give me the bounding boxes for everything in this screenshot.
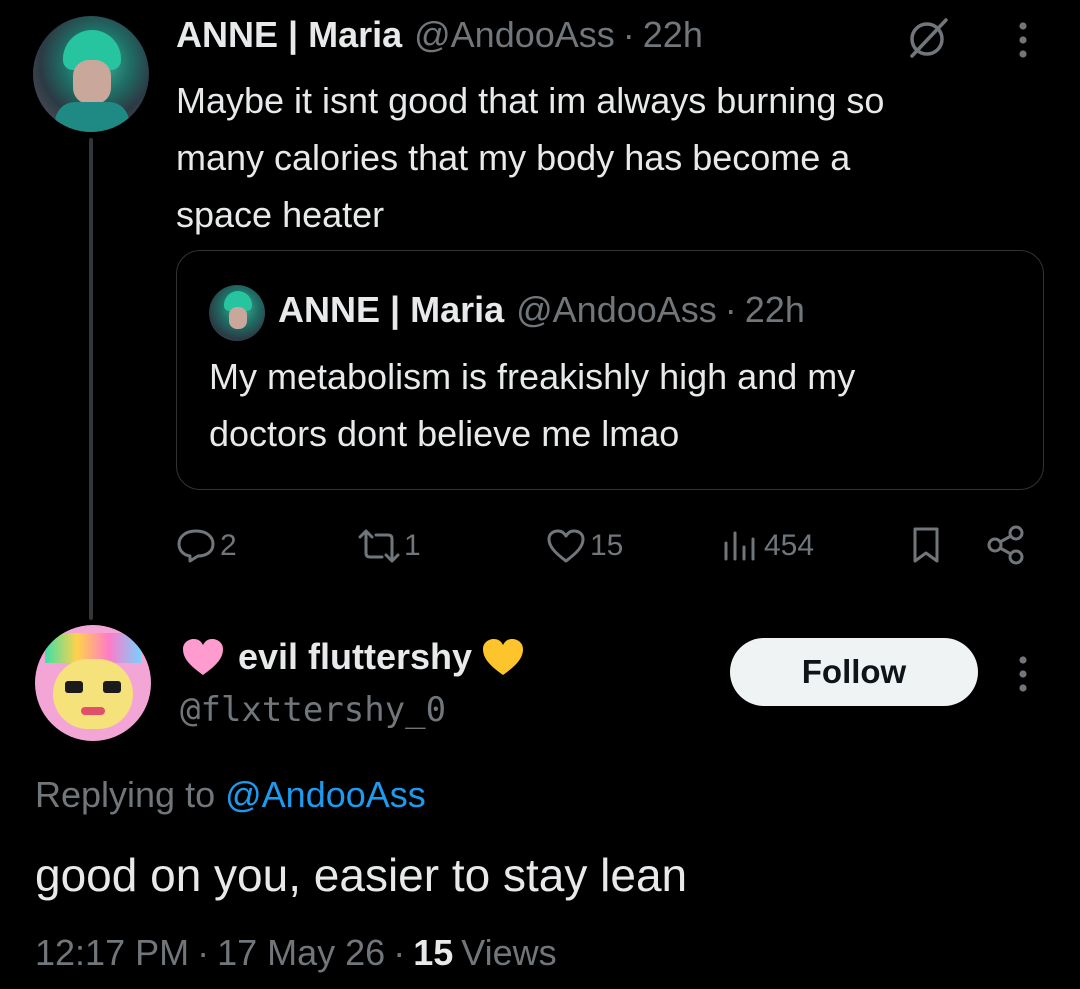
reply-avatar[interactable] — [35, 625, 151, 741]
reply-display-name[interactable]: evil fluttershy — [238, 636, 472, 678]
parent-header: ANNE | Maria @AndooAss · 22h — [176, 14, 703, 56]
parent-text: Maybe it isnt good that im always burnin… — [176, 72, 884, 243]
meta-separator: · — [197, 932, 210, 973]
reply-date[interactable]: 17 May 26 — [217, 932, 385, 974]
thread-connector-line — [89, 138, 93, 620]
reply-button[interactable]: 2 — [176, 526, 237, 566]
reply-timestamp[interactable]: 12:17 PM — [35, 932, 189, 974]
repost-button[interactable]: 1 — [356, 526, 421, 566]
repost-icon — [356, 529, 402, 563]
parent-avatar[interactable] — [33, 16, 149, 132]
bookmark-icon[interactable] — [906, 524, 946, 566]
views-count: 454 — [764, 529, 815, 562]
reply-count: 2 — [220, 529, 237, 562]
reply-name-row: evil fluttershy — [180, 636, 528, 678]
quoted-header: ANNE | Maria @AndooAss · 22h — [278, 289, 805, 331]
grok-icon[interactable] — [904, 14, 952, 62]
quoted-handle: @AndooAss — [516, 289, 717, 330]
share-icon[interactable] — [984, 524, 1028, 566]
views-button[interactable]: 454 — [722, 526, 814, 566]
parent-text-line: many calories that my body has become a — [176, 137, 851, 178]
replying-to-label: Replying to — [35, 774, 216, 815]
heart-icon — [546, 528, 586, 564]
pink-heart-icon — [180, 637, 228, 677]
parent-separator: · — [622, 14, 635, 55]
quoted-text-line: My metabolism is freakishly high and my — [209, 356, 856, 397]
parent-time[interactable]: 22h — [643, 14, 703, 56]
reply-meta-row: 12:17 PM · 17 May 26 · 15 Views — [35, 932, 557, 974]
quoted-text: My metabolism is freakishly high and my … — [209, 348, 855, 462]
parent-display-name[interactable]: ANNE | Maria — [176, 14, 402, 56]
reply-views-count[interactable]: 15 — [413, 932, 453, 974]
reply-views-label: Views — [461, 932, 557, 973]
reply-more-icon[interactable] — [1006, 652, 1040, 696]
quoted-display-name: ANNE | Maria — [278, 289, 505, 330]
reply-text: good on you, easier to stay lean — [35, 849, 688, 901]
parent-handle[interactable]: @AndooAss — [414, 14, 615, 56]
repost-count: 1 — [404, 529, 421, 562]
quoted-avatar — [209, 285, 265, 341]
parent-more-icon[interactable] — [1006, 18, 1040, 62]
meta-separator: · — [393, 932, 406, 973]
like-button[interactable]: 15 — [546, 526, 623, 566]
replying-to-line: Replying to @AndooAss — [35, 774, 426, 816]
follow-button[interactable]: Follow — [730, 638, 978, 706]
replying-to-link[interactable]: @AndooAss — [225, 774, 426, 816]
parent-text-line: space heater — [176, 194, 385, 235]
quoted-text-line: doctors dont believe me lmao — [209, 413, 680, 454]
reply-icon — [176, 528, 216, 564]
quoted-time: 22h — [744, 289, 805, 330]
quoted-separator: · — [724, 289, 737, 330]
yellow-heart-icon — [480, 637, 528, 677]
like-count: 15 — [590, 529, 624, 562]
analytics-icon — [722, 529, 758, 563]
reply-handle[interactable]: @flxttershy_0 — [180, 690, 446, 730]
parent-text-line: Maybe it isnt good that im always burnin… — [176, 80, 885, 121]
